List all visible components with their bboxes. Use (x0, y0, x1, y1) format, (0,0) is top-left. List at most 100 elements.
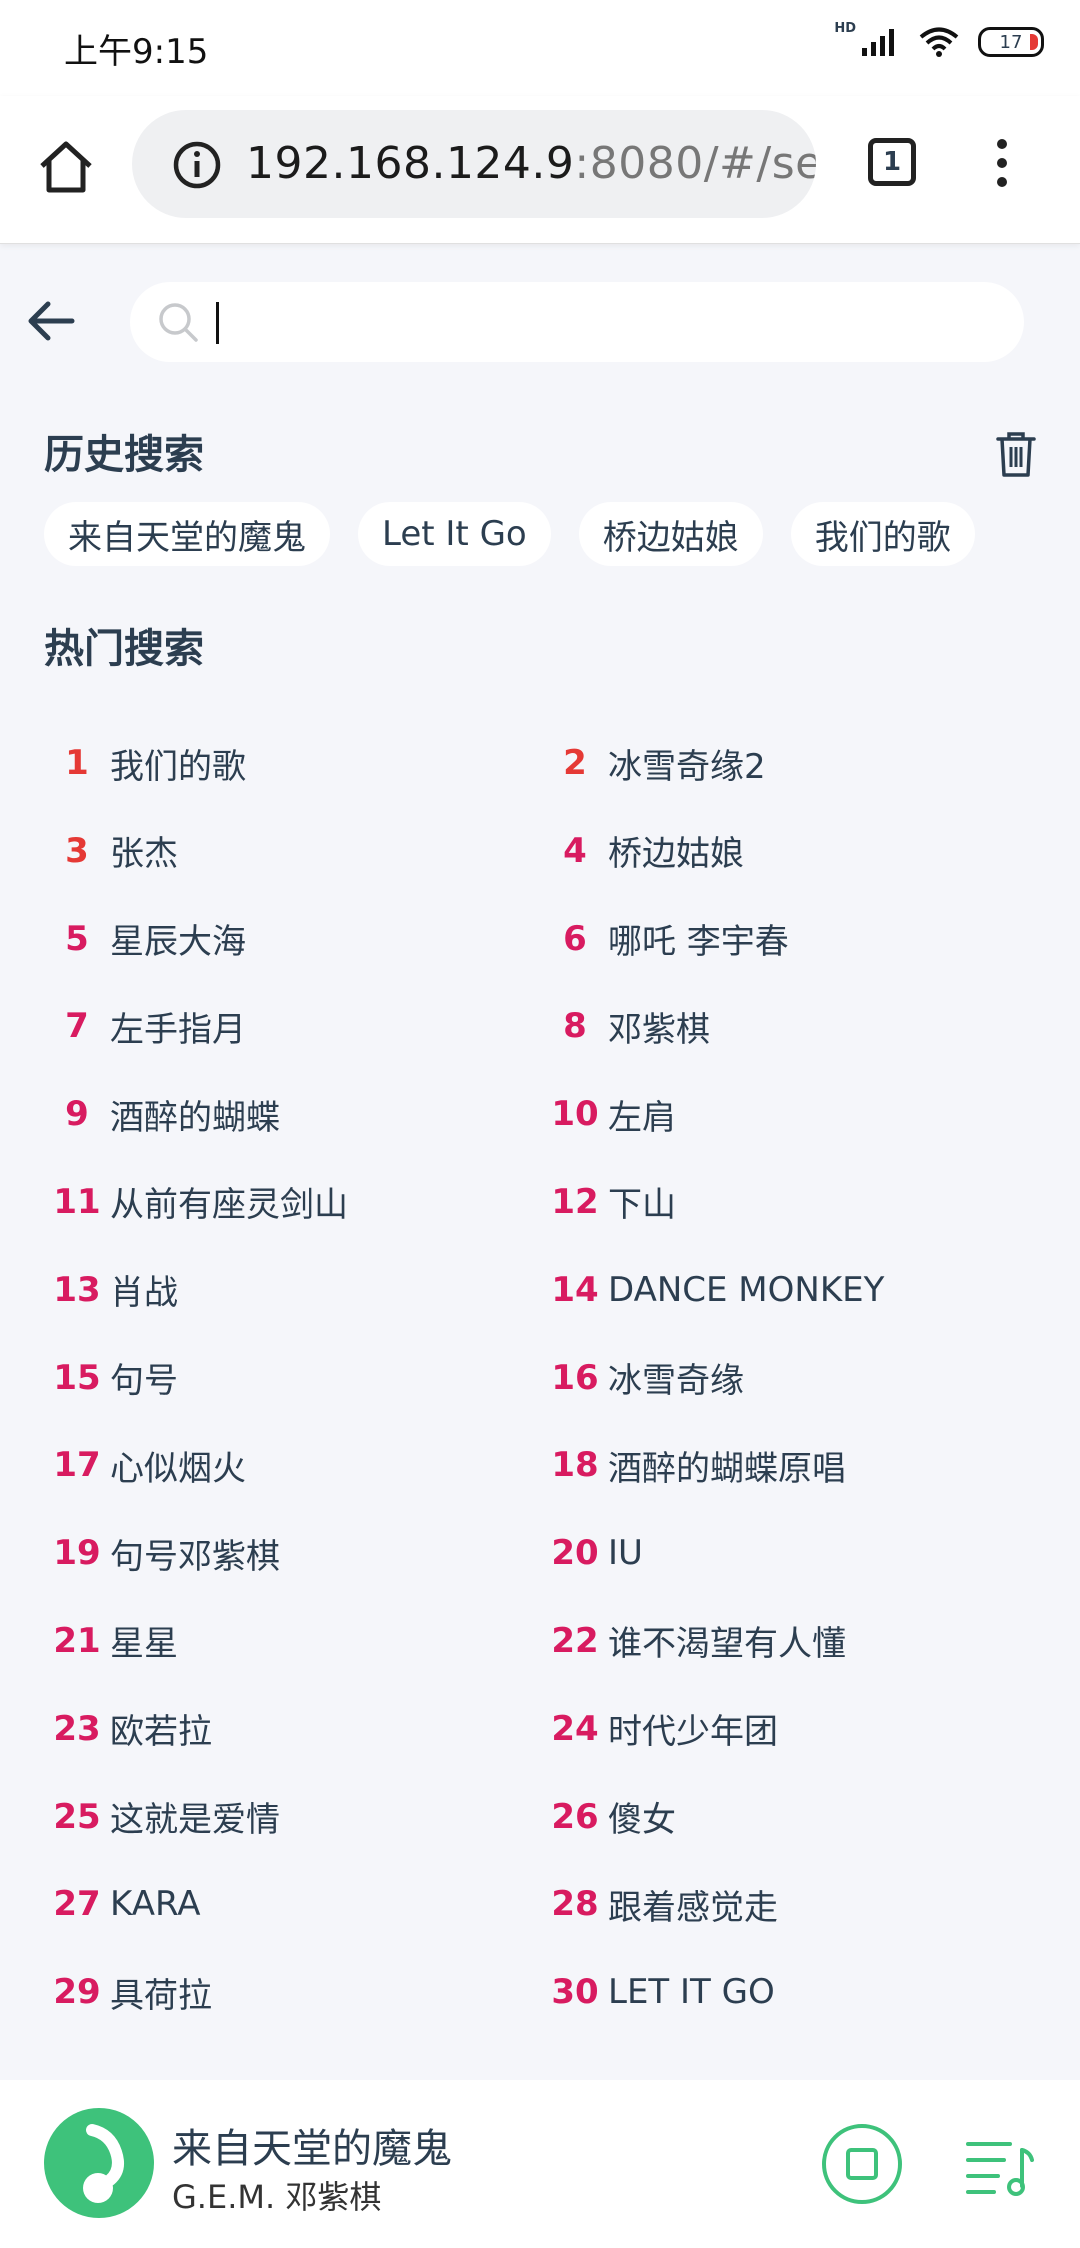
hot-search-item[interactable]: 5 星辰大海 (44, 895, 542, 983)
hot-name: 左肩 (608, 1097, 676, 1138)
search-box[interactable] (130, 282, 1024, 362)
hot-name: 桥边姑娘 (608, 834, 744, 875)
hot-search-item[interactable]: 21 星星 (44, 1597, 542, 1685)
hot-rank: 29 (53, 1972, 101, 2013)
stop-icon[interactable] (820, 2122, 904, 2206)
hot-search-item[interactable]: 2 冰雪奇缘2 (542, 719, 1040, 807)
hot-rank: 12 (551, 1181, 599, 1222)
history-list: 来自天堂的魔鬼 Let It Go 桥边姑娘 我们的歌 (44, 502, 975, 566)
hot-name: 左手指月 (110, 1009, 246, 1050)
hot-name: 句号 (110, 1361, 178, 1402)
hot-rank: 23 (53, 1708, 101, 1749)
hot-name: 酒醉的蝴蝶原唱 (608, 1448, 846, 1489)
tab-switcher-button[interactable]: 1 (868, 138, 916, 186)
hot-name: 欧若拉 (110, 1712, 212, 1753)
search-input[interactable] (212, 294, 992, 350)
hot-search-item[interactable]: 29 具荷拉 (44, 1948, 542, 2036)
hot-name: 星辰大海 (110, 922, 246, 963)
home-icon[interactable] (36, 136, 96, 196)
hot-search-item[interactable]: 18 酒醉的蝴蝶原唱 (542, 1421, 1040, 1509)
playlist-icon[interactable] (964, 2136, 1034, 2198)
hot-rank: 14 (551, 1269, 599, 1310)
hot-search-item[interactable]: 7 左手指月 (44, 982, 542, 1070)
hot-search-item[interactable]: 14 DANCE MONKEY (542, 1246, 1040, 1334)
search-icon (159, 303, 198, 342)
url-path: :8080/#/sear (574, 138, 816, 189)
hot-search-list: 1 我们的歌 2 冰雪奇缘2 3 张杰 4 桥边姑娘 5 星辰大海 6 哪吒 李宇春 7 左手指月 8 邓紫棋… (44, 719, 1044, 2036)
status-time: 上午9:15 (64, 32, 209, 72)
hot-rank: 8 (563, 1006, 587, 1047)
hot-rank: 13 (53, 1269, 101, 1310)
hot-rank: 19 (53, 1533, 101, 1574)
hot-search-item[interactable]: 9 酒醉的蝴蝶 (44, 1070, 542, 1158)
hot-name: 我们的歌 (110, 746, 246, 787)
hot-rank: 25 (53, 1796, 101, 1837)
hot-search-item[interactable]: 8 邓紫棋 (542, 982, 1040, 1070)
battery-icon: 17 (978, 27, 1044, 57)
hot-rank: 26 (551, 1796, 599, 1837)
hot-rank: 18 (551, 1445, 599, 1486)
hot-name: 时代少年团 (608, 1712, 778, 1753)
history-chip[interactable]: 桥边姑娘 (578, 502, 763, 566)
hot-search-item[interactable]: 19 句号邓紫棋 (44, 1509, 542, 1597)
hot-rank: 11 (53, 1181, 101, 1222)
hot-name: 冰雪奇缘2 (608, 746, 766, 787)
hot-search-item[interactable]: 10 左肩 (542, 1070, 1040, 1158)
hot-rank: 28 (551, 1884, 599, 1925)
hot-name: 句号邓紫棋 (110, 1536, 280, 1577)
hot-name: 傻女 (608, 1800, 676, 1841)
hot-search-item[interactable]: 15 句号 (44, 1334, 542, 1422)
hot-search-item[interactable]: 3 张杰 (44, 807, 542, 895)
hot-rank: 16 (551, 1357, 599, 1398)
trash-icon[interactable] (994, 430, 1038, 478)
hot-search-item[interactable]: 25 这就是爱情 (44, 1773, 542, 1861)
hot-search-item[interactable]: 11 从前有座灵剑山 (44, 1158, 542, 1246)
hot-search-item[interactable]: 23 欧若拉 (44, 1685, 542, 1773)
hot-rank: 20 (551, 1533, 599, 1574)
hot-search-item[interactable]: 6 哪吒 李宇春 (542, 895, 1040, 983)
hot-search-item[interactable]: 16 冰雪奇缘 (542, 1334, 1040, 1422)
history-chip[interactable]: 我们的歌 (790, 502, 975, 566)
history-title: 历史搜索 (44, 432, 204, 478)
music-note-icon (83, 2124, 124, 2203)
battery-level: 17 (999, 31, 1023, 53)
hot-search-item[interactable]: 13 肖战 (44, 1246, 542, 1334)
hot-rank: 1 (65, 743, 89, 783)
hot-rank: 17 (53, 1445, 101, 1486)
more-menu-icon[interactable] (990, 138, 1014, 188)
hot-rank: 10 (551, 1094, 599, 1135)
hot-name: 张杰 (110, 834, 178, 875)
mini-player[interactable]: 来自天堂的魔鬼 G.E.M. 邓紫棋 (0, 2080, 1080, 2248)
hot-name: 哪吒 李宇春 (608, 922, 789, 963)
history-chip[interactable]: 来自天堂的魔鬼 (44, 502, 330, 566)
hot-search-item[interactable]: 27 KARA (44, 1860, 542, 1948)
address-bar[interactable]: 192.168.124.9:8080/#/sear (132, 110, 816, 218)
url-host: 192.168.124.9 (246, 138, 575, 189)
hot-name: 具荷拉 (110, 1975, 212, 2016)
hot-search-item[interactable]: 12 下山 (542, 1158, 1040, 1246)
hot-search-item[interactable]: 22 谁不渴望有人懂 (542, 1597, 1040, 1685)
hot-search-item[interactable]: 4 桥边姑娘 (542, 807, 1040, 895)
hot-search-item[interactable]: 1 我们的歌 (44, 719, 542, 807)
hot-rank: 24 (551, 1708, 599, 1749)
hot-search-item[interactable]: 24 时代少年团 (542, 1685, 1040, 1773)
hot-search-item[interactable]: 26 傻女 (542, 1773, 1040, 1861)
hot-name: 心似烟火 (110, 1448, 246, 1489)
browser-toolbar: 192.168.124.9:8080/#/sear 1 (0, 96, 1080, 244)
hot-search-item[interactable]: 20 IU (542, 1509, 1040, 1597)
info-icon[interactable] (172, 140, 222, 190)
hot-rank: 27 (53, 1884, 101, 1925)
hot-rank: 21 (53, 1620, 101, 1661)
hot-name: 肖战 (110, 1273, 178, 1314)
history-chip[interactable]: Let It Go (358, 502, 551, 566)
hot-search-item[interactable]: 30 LET IT GO (542, 1948, 1040, 2036)
back-arrow-icon[interactable] (24, 294, 78, 348)
hot-name: LET IT GO (608, 1972, 775, 2013)
hot-name: 酒醉的蝴蝶 (110, 1097, 280, 1138)
hot-name: 下山 (608, 1185, 676, 1226)
album-cover[interactable] (44, 2108, 154, 2218)
hot-name: 谁不渴望有人懂 (608, 1624, 846, 1665)
url-text[interactable]: 192.168.124.9:8080/#/sear (246, 138, 816, 189)
hot-search-item[interactable]: 28 跟着感觉走 (542, 1860, 1040, 1948)
hot-search-item[interactable]: 17 心似烟火 (44, 1421, 542, 1509)
